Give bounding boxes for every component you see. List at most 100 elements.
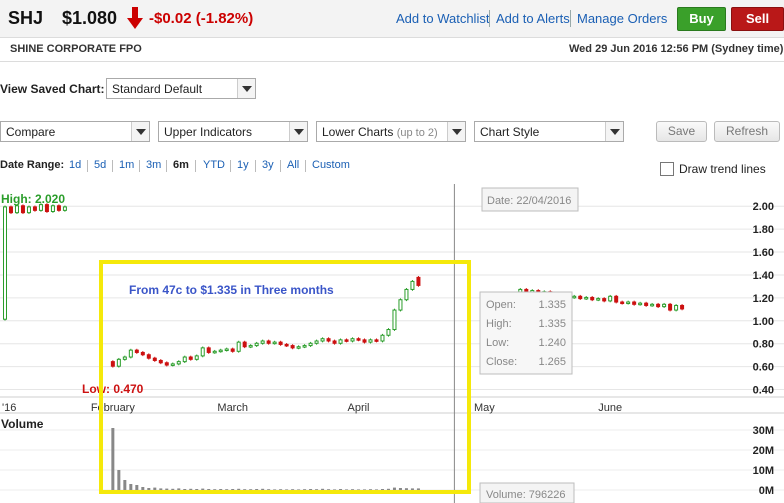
add-to-alerts-link[interactable]: Add to Alerts [496,11,570,26]
volume-tick-label: 30M [753,425,774,437]
range-1d[interactable]: 1d [69,159,81,171]
volume-bar [153,487,157,490]
tooltip-date: Date: 22/04/2016 [487,195,571,207]
range-divider [195,160,196,172]
candle [356,338,361,341]
candle [344,339,349,342]
volume-bar [189,488,193,490]
candle [62,206,67,211]
candle [374,339,379,342]
volume-bar [147,488,151,490]
range-all[interactable]: All [287,159,299,171]
buy-button[interactable]: Buy [677,7,726,31]
range-3m[interactable]: 3m [146,159,161,171]
candle [416,276,421,286]
candle [362,339,367,343]
upper-indicators-select[interactable]: Upper Indicators [158,121,308,142]
candle [368,339,373,343]
candle [680,304,685,310]
candle [584,296,589,300]
volume-bar [207,489,211,490]
range-6m[interactable]: 6m [173,159,189,171]
add-to-watchlist-link[interactable]: Add to Watchlist [396,11,489,26]
manage-orders-link[interactable]: Manage Orders [577,11,667,26]
candle [386,329,391,336]
candle [164,362,169,366]
volume-bar [404,488,408,490]
candle [290,345,295,349]
company-bar: SHINE CORPORATE FPO Wed 29 Jun 2016 12:5… [0,38,784,62]
volume-bar [398,488,402,490]
quote-timestamp: Wed 29 Jun 2016 12:56 PM (Sydney time) [569,43,784,55]
candle [674,304,679,311]
range-divider [230,160,231,172]
save-button[interactable]: Save [656,121,707,142]
compare-label: Compare [6,125,56,139]
volume-tick-label: 10M [753,465,774,477]
candle [350,338,355,342]
volume-bar [321,488,325,490]
volume-bar [219,489,223,490]
volume-bar [261,488,265,490]
range-5d[interactable]: 5d [94,159,106,171]
chart-style-select[interactable]: Chart Style [474,121,624,142]
volume-bar [195,489,199,490]
candle [146,354,151,359]
chart-grid [0,205,784,491]
volume-bars [111,428,420,491]
x-tick-label: '16 [2,402,16,414]
candle [326,338,331,342]
chevron-down-icon [447,122,465,141]
tooltip-close-value: 1.265 [538,356,566,368]
draw-trend-lines-checkbox[interactable] [660,162,674,176]
tooltip-open-label: Open: [486,299,516,311]
lower-charts-select[interactable]: Lower Charts (up to 2) [316,121,466,142]
range-3y[interactable]: 3y [262,159,274,171]
last-price: $1.080 [62,8,118,28]
range-divider [87,160,88,172]
ticker-symbol: SHJ [8,8,44,28]
draw-trend-lines-label: Draw trend lines [679,162,766,176]
saved-chart-select[interactable]: Standard Default [106,78,256,99]
tooltip-low-value: 1.240 [538,337,566,349]
candle [590,296,595,301]
candle [392,309,397,331]
volume-axis: 30M 20M 10M 0M [753,425,774,497]
refresh-button[interactable]: Refresh [714,121,780,142]
price-tick-label: 1.40 [753,270,774,282]
candle [278,341,283,345]
range-divider [255,160,256,172]
candle [134,349,139,353]
tooltip-volume: Volume: 796226 [486,489,566,501]
candle [140,351,145,356]
lower-charts-hint: (up to 2) [396,127,438,139]
volume-bar [165,488,169,490]
range-custom[interactable]: Custom [312,159,350,171]
sell-button[interactable]: Sell [731,7,784,31]
volume-bar [255,489,259,490]
price-axis: 2.00 1.80 1.60 1.40 1.20 1.00 0.80 0.60 0.40 [753,201,774,396]
date-range-label: Date Range: [0,159,65,171]
chevron-down-icon [131,122,149,141]
range-1y[interactable]: 1y [237,159,249,171]
candle [2,206,7,320]
volume-bar [117,470,121,490]
candle [668,303,673,311]
volume-bar [386,488,390,490]
candle [170,363,175,366]
compare-select[interactable]: Compare [0,121,150,142]
price-chart[interactable]: 2.00 1.80 1.60 1.40 1.20 1.00 0.80 0.60 0.40 30M… [0,184,784,503]
range-ytd[interactable]: YTD [203,159,225,171]
candle [200,347,205,357]
candle [128,349,133,358]
candle [638,302,643,306]
x-tick-label: June [598,402,622,414]
range-1m[interactable]: 1m [119,159,134,171]
candle [404,288,409,301]
volume-bar [135,485,139,490]
range-divider [166,160,167,172]
x-tick-label: February [91,402,136,414]
candle [332,340,337,344]
price-tick-label: 1.80 [753,224,774,236]
chart-style-label: Chart Style [480,125,540,139]
